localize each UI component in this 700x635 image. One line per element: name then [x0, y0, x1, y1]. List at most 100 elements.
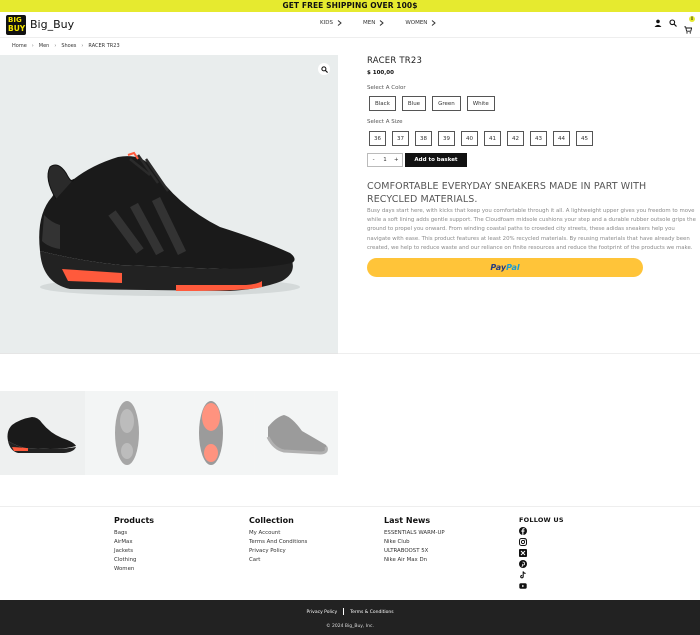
logo[interactable]: BIG BUY [6, 15, 26, 35]
thumbnail-strip [0, 391, 338, 475]
youtube-icon[interactable] [519, 582, 527, 590]
product-price: $ 100,00 [367, 70, 394, 76]
paypal-logo-part2: Pal [506, 263, 520, 272]
zoom-icon [320, 65, 328, 73]
footer-heading: Last News [384, 516, 431, 525]
terms-link[interactable]: Terms & Conditions [350, 610, 393, 615]
color-option-white[interactable]: White [466, 96, 495, 111]
sole-thumb-image [114, 401, 139, 465]
promo-text: GET FREE SHIPPING OVER 100$ [282, 1, 418, 10]
gallery-spacer [0, 353, 338, 391]
breadcrumb-current: RACER TR23 [88, 43, 120, 49]
instagram-icon[interactable] [519, 538, 527, 546]
size-option[interactable]: 43 [530, 131, 547, 146]
quantity-increase-button[interactable]: + [391, 157, 402, 163]
color-options: Black Blue Green White [369, 96, 495, 111]
footer-link[interactable]: Nike Air Max Dn [384, 556, 445, 565]
breadcrumb: Home › Men › Shoes › RACER TR23 [12, 43, 120, 49]
color-option-black[interactable]: Black [369, 96, 396, 111]
breadcrumb-separator: › [31, 43, 34, 49]
divider [338, 353, 700, 354]
size-option[interactable]: 37 [392, 131, 409, 146]
footer-link[interactable]: My Account [249, 529, 307, 538]
nav-label: KIDS [320, 20, 333, 26]
nav-item-women[interactable]: WOMEN [405, 20, 437, 26]
user-icon[interactable] [654, 19, 662, 27]
footer-link[interactable]: Clothing [114, 556, 154, 565]
brand-name[interactable]: Big_Buy [30, 18, 74, 31]
footer: Products Bags AirMax Jackets Clothing Wo… [0, 506, 700, 600]
nav-item-kids[interactable]: KIDS [320, 20, 342, 26]
social-icons [519, 527, 564, 590]
product-main-image[interactable] [0, 55, 338, 353]
breadcrumb-men[interactable]: Men [39, 43, 50, 49]
add-to-basket-button[interactable]: Add to basket [405, 153, 467, 167]
size-option[interactable]: 40 [461, 131, 478, 146]
color-label: Select A Color [367, 85, 406, 91]
footer-heading: Collection [249, 516, 294, 525]
sneaker-thumb-image [7, 417, 76, 453]
size-option[interactable]: 41 [484, 131, 501, 146]
footer-link[interactable]: ESSENTIALS WARM-UP [384, 529, 445, 538]
nav-label: WOMEN [405, 20, 428, 26]
breadcrumb-separator: › [81, 43, 84, 49]
size-options: 36 37 38 39 40 41 42 43 44 45 [369, 131, 593, 146]
footer-link[interactable]: Bags [114, 529, 154, 538]
footer-link[interactable]: Jackets [114, 547, 154, 556]
tiktok-icon[interactable] [519, 571, 527, 579]
paypal-logo-part1: Pay [490, 263, 507, 272]
quantity-value[interactable]: 1 [379, 157, 390, 163]
cart-count-badge: 0 [689, 16, 695, 22]
footer-link[interactable]: Terms And Conditions [249, 538, 307, 547]
size-option[interactable]: 38 [415, 131, 432, 146]
footer-link[interactable]: Nike Club [384, 538, 445, 547]
size-option[interactable]: 45 [576, 131, 593, 146]
thumbnail-angle[interactable] [253, 391, 338, 475]
quantity-decrease-button[interactable]: - [368, 157, 379, 163]
logo-text-top: BIG [8, 16, 22, 24]
thumbnail-side[interactable] [0, 391, 85, 475]
size-option[interactable]: 42 [507, 131, 524, 146]
footer-link[interactable]: Cart [249, 556, 307, 565]
chevron-right-icon [337, 20, 342, 26]
thumbnail-sole-orange[interactable] [169, 391, 254, 475]
promo-bar: GET FREE SHIPPING OVER 100$ [0, 0, 700, 12]
sneaker-image [39, 151, 300, 296]
footer-news: Last News ESSENTIALS WARM-UP Nike Club U… [384, 516, 445, 565]
cart-button[interactable]: 0 [684, 16, 695, 34]
nav-item-men[interactable]: MEN [363, 20, 385, 26]
breadcrumb-shoes[interactable]: Shoes [61, 43, 76, 49]
footer-heading: Products [114, 516, 155, 525]
size-option[interactable]: 36 [369, 131, 386, 146]
footer-products: Products Bags AirMax Jackets Clothing Wo… [114, 516, 154, 574]
header-icons: 0 [654, 16, 695, 34]
thumbnail-sole-gray[interactable] [84, 391, 169, 475]
x-icon[interactable] [519, 549, 527, 557]
logo-text-bottom: BUY [8, 24, 26, 33]
copyright: © 2024 Big_Buy, Inc. [326, 624, 374, 629]
sole-orange-thumb-image [199, 401, 223, 465]
facebook-icon[interactable] [519, 527, 527, 535]
footer-link[interactable]: AirMax [114, 538, 154, 547]
size-option[interactable]: 39 [438, 131, 455, 146]
site-header: BIG BUY Big_Buy KIDS MEN WOMEN 0 [0, 12, 700, 38]
color-option-green[interactable]: Green [432, 96, 461, 111]
zoom-button[interactable] [318, 63, 330, 75]
privacy-policy-link[interactable]: Privacy Policy [306, 610, 337, 615]
chevron-right-icon [379, 20, 385, 26]
search-icon[interactable] [669, 19, 677, 27]
product-title: RACER TR23 [367, 56, 423, 66]
paypal-button[interactable]: Pay Pal [367, 258, 643, 277]
quantity-stepper: - 1 + [367, 153, 403, 167]
footer-link[interactable]: Women [114, 565, 154, 574]
sneaker-angle-thumb-image [266, 415, 328, 455]
color-option-blue[interactable]: Blue [401, 96, 427, 111]
footer-collection: Collection My Account Terms And Conditio… [249, 516, 307, 565]
breadcrumb-home[interactable]: Home [12, 43, 27, 49]
footer-link[interactable]: Privacy Policy [249, 547, 307, 556]
pinterest-icon[interactable] [519, 560, 527, 568]
size-option[interactable]: 44 [553, 131, 570, 146]
legal-links: Privacy Policy Terms & Conditions [0, 608, 700, 615]
footer-link[interactable]: ULTRABOOST 5X [384, 547, 445, 556]
link-divider [343, 608, 345, 615]
